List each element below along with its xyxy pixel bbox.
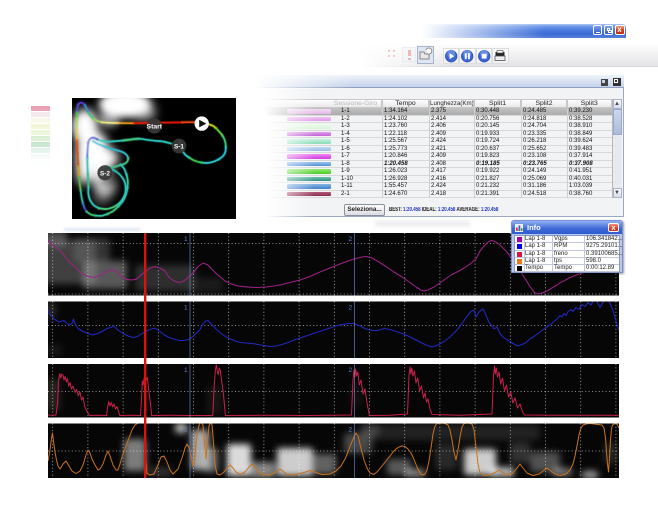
svg-text:1: 1 — [184, 236, 188, 243]
svg-text:1: 1 — [184, 427, 188, 434]
svg-text:2: 2 — [349, 236, 353, 243]
svg-text:2: 2 — [349, 305, 353, 312]
svg-text:1: 1 — [184, 305, 188, 312]
svg-text:2: 2 — [349, 427, 353, 434]
svg-text:1: 1 — [184, 367, 188, 374]
svg-text:2: 2 — [349, 367, 353, 374]
